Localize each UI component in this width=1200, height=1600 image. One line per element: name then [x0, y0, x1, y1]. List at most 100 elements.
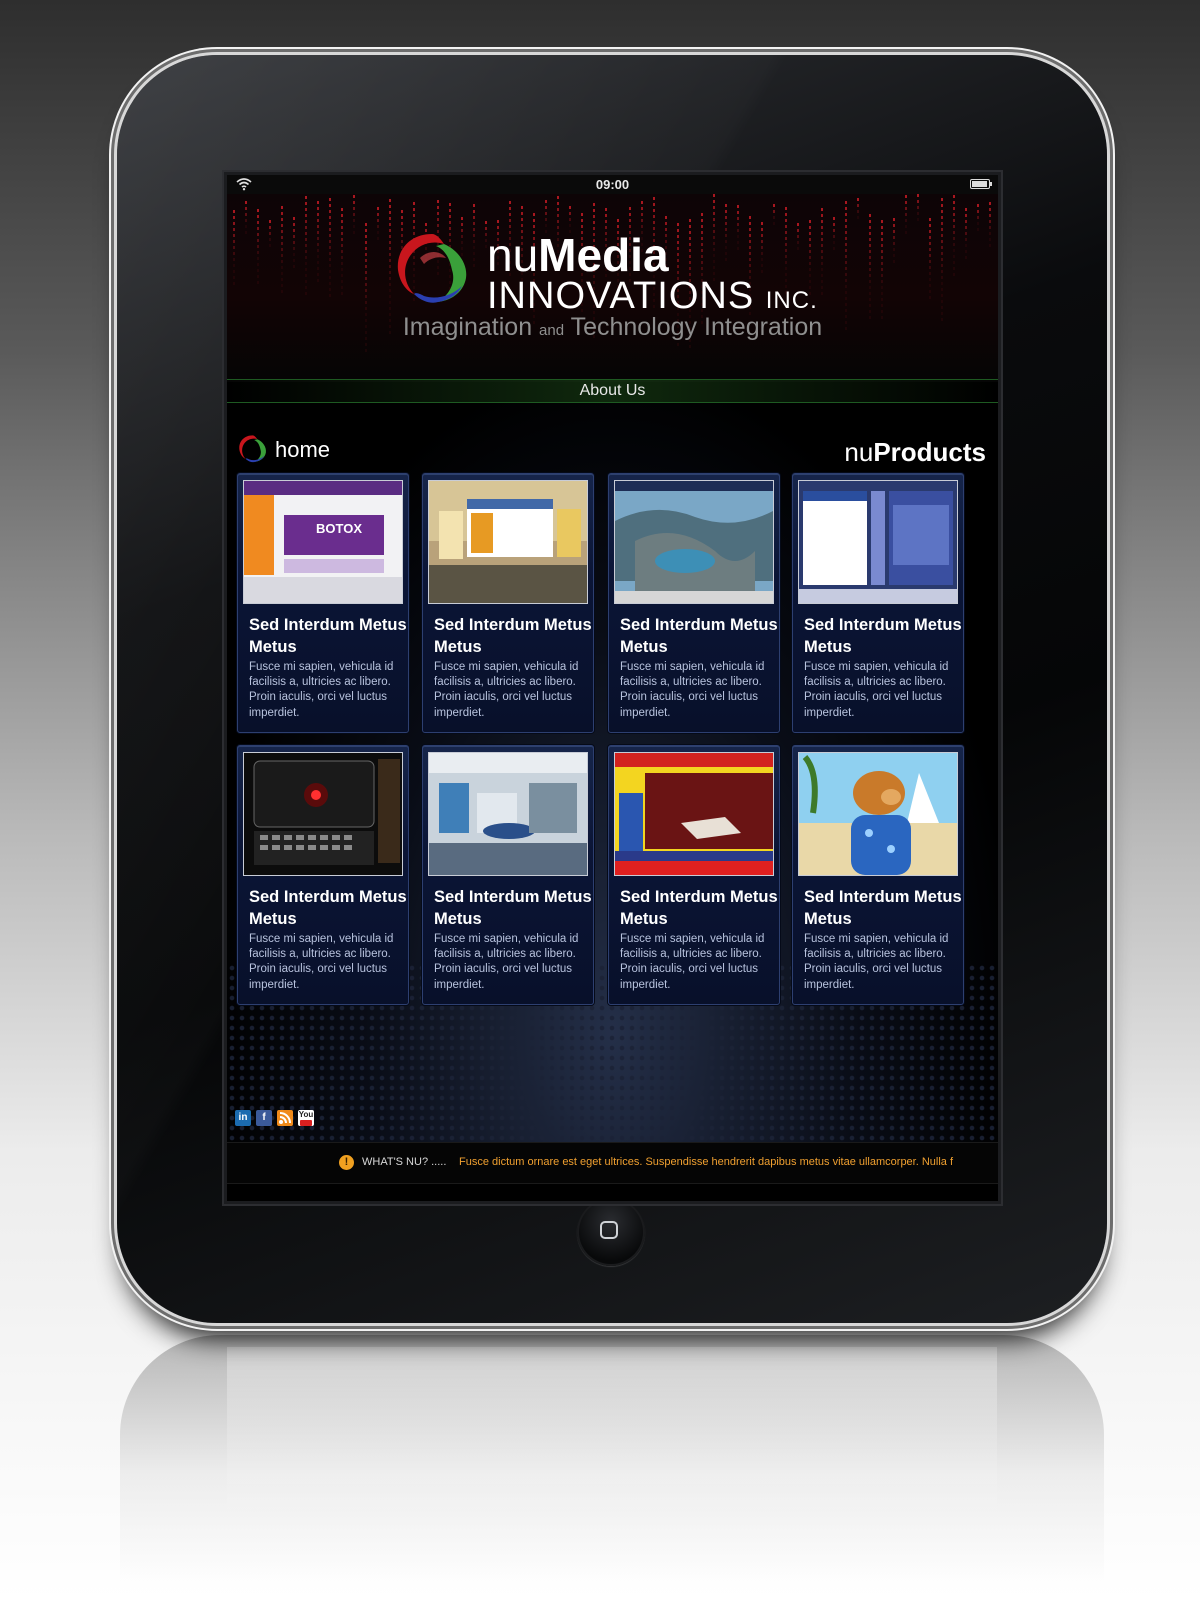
matrix-dot [845, 291, 847, 294]
matrix-dot [557, 196, 559, 199]
matrix-dot [665, 222, 667, 225]
matrix-dot [893, 254, 895, 257]
matrix-dot [881, 280, 883, 283]
matrix-dot [845, 285, 847, 288]
matrix-dot [257, 221, 259, 224]
product-card[interactable]: Sed Interdum Metus Metus Fusce mi sapien… [792, 745, 964, 1005]
matrix-dot [317, 261, 319, 264]
matrix-dot [581, 219, 583, 222]
matrix-dot [305, 250, 307, 253]
home-button[interactable] [577, 1198, 645, 1266]
matrix-dot [965, 232, 967, 235]
product-card[interactable]: BOTOX Sed Interdum Metus Metus Fusce mi … [237, 473, 409, 733]
matrix-dot [257, 263, 259, 266]
product-card[interactable]: Sed Interdum Metus Metus Fusce mi sapien… [792, 473, 964, 733]
matrix-dot [581, 213, 583, 216]
product-card[interactable]: Sed Interdum Metus Metus Fusce mi sapien… [608, 473, 780, 733]
matrix-dot [929, 230, 931, 233]
product-card[interactable]: Sed Interdum Metus Metus Fusce mi sapien… [422, 473, 594, 733]
matrix-dot [869, 226, 871, 229]
facebook-icon[interactable]: f [256, 1110, 272, 1126]
matrix-dot [341, 244, 343, 247]
matrix-dot [701, 213, 703, 216]
matrix-dot [305, 286, 307, 289]
matrix-dot [389, 217, 391, 220]
matrix-dot [821, 214, 823, 217]
matrix-dot [941, 300, 943, 303]
matrix-dot [881, 274, 883, 277]
matrix-dot [353, 201, 355, 204]
matrix-dot [881, 232, 883, 235]
matrix-dot [893, 260, 895, 263]
matrix-dot [809, 220, 811, 223]
matrix-dot [341, 238, 343, 241]
aquarium-exhibit-image [615, 481, 773, 603]
matrix-dot [869, 214, 871, 217]
matrix-dot [305, 292, 307, 295]
product-card[interactable]: Sed Interdum Metus Metus Fusce mi sapien… [422, 745, 594, 1005]
matrix-dot [641, 213, 643, 216]
products-heading: nuProducts [844, 437, 986, 468]
matrix-dot [725, 222, 727, 225]
matrix-dot [305, 232, 307, 235]
matrix-dot [905, 195, 907, 198]
matrix-dot [821, 208, 823, 211]
matrix-dot [233, 276, 235, 279]
product-card[interactable]: Sed Interdum Metus Metus Fusce mi sapien… [237, 745, 409, 1005]
linkedin-icon[interactable]: in [235, 1110, 251, 1126]
home-logo-icon [239, 435, 266, 463]
matrix-dot [821, 244, 823, 247]
matrix-dot [389, 301, 391, 304]
matrix-dot [953, 207, 955, 210]
matrix-dot [917, 218, 919, 221]
matrix-dot [869, 262, 871, 265]
matrix-dot [257, 245, 259, 248]
matrix-dot [257, 215, 259, 218]
botox-label: BOTOX [316, 521, 362, 536]
matrix-dot [329, 234, 331, 237]
matrix-dot [317, 219, 319, 222]
matrix-dot [341, 226, 343, 229]
matrix-dot [641, 219, 643, 222]
matrix-dot [677, 343, 679, 346]
matrix-dot [557, 208, 559, 211]
matrix-dot [893, 218, 895, 221]
about-us-link[interactable]: About Us [580, 382, 646, 399]
matrix-dot [833, 241, 835, 244]
matrix-dot [821, 280, 823, 283]
matrix-dot [437, 224, 439, 227]
matrix-dot [881, 298, 883, 301]
matrix-dot [821, 226, 823, 229]
matrix-dot [317, 279, 319, 282]
matrix-dot [245, 219, 247, 222]
matrix-dot [953, 195, 955, 198]
matrix-dot [545, 218, 547, 221]
matrix-dot [353, 231, 355, 234]
matrix-dot [941, 294, 943, 297]
matrix-dot [905, 207, 907, 210]
numedia-logo-icon[interactable] [392, 228, 474, 310]
product-thumbnail [428, 480, 588, 604]
product-description: Fusce mi sapien, vehicula id facilisis a… [249, 933, 394, 991]
ticker-text[interactable]: Fusce dictum ornare est eget ultrices. S… [459, 1156, 953, 1168]
product-card[interactable]: Sed Interdum Metus Metus Fusce mi sapien… [608, 745, 780, 1005]
matrix-dot [965, 256, 967, 259]
rss-icon[interactable] [277, 1110, 293, 1126]
matrix-dot [869, 292, 871, 295]
matrix-dot [929, 254, 931, 257]
matrix-dot [701, 219, 703, 222]
matrix-dot [845, 243, 847, 246]
matrix-dot [341, 262, 343, 265]
matrix-dot [341, 214, 343, 217]
matrix-dot [881, 268, 883, 271]
products-word: Products [873, 437, 986, 467]
matrix-dot [293, 241, 295, 244]
matrix-dot [389, 223, 391, 226]
matrix-dot [821, 250, 823, 253]
youtube-icon[interactable]: You [298, 1110, 314, 1126]
matrix-dot [785, 213, 787, 216]
matrix-dot [377, 225, 379, 228]
tagline-and: and [539, 322, 565, 339]
matrix-dot [821, 238, 823, 241]
matrix-dot [953, 219, 955, 222]
